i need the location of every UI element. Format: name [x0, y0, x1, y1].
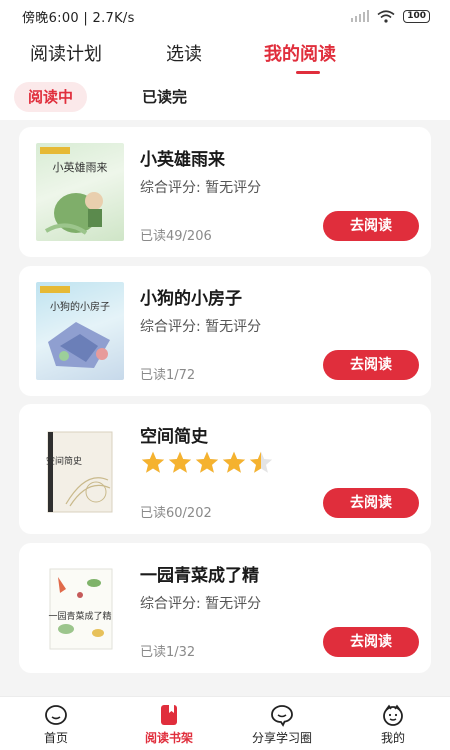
- status-icons: 100: [350, 9, 430, 23]
- reading-progress: 已读1/72: [140, 368, 196, 383]
- book-card[interactable]: 小狗的小房子 小狗的小房子 综合评分: 暂无评分 已读1/72 去阅读: [19, 266, 431, 396]
- star-icon: [249, 451, 273, 473]
- go-read-button[interactable]: 去阅读: [323, 488, 419, 518]
- cover-title: 一园青菜成了精: [48, 612, 112, 622]
- sub-tab-bar: 阅读中 已读完: [0, 76, 450, 120]
- star-icon: [195, 451, 219, 473]
- profile-face-icon: [383, 704, 403, 726]
- reading-progress: 已读1/32: [140, 645, 196, 660]
- book-cover: 小英雄雨来: [36, 143, 124, 241]
- reading-progress: 已读60/202: [140, 506, 212, 521]
- status-bar: 傍晚6:00 | 2.7K/s 100: [0, 0, 450, 32]
- wifi-icon: [377, 9, 395, 23]
- chat-bubble-icon: [271, 705, 293, 727]
- battery-icon: 100: [403, 9, 430, 23]
- nav-bookshelf[interactable]: 阅读书架: [124, 703, 214, 746]
- star-rating: [140, 450, 274, 476]
- subtab-reading[interactable]: 阅读中: [14, 82, 88, 112]
- bookshelf-icon: [161, 705, 177, 725]
- home-face-icon: [45, 705, 67, 725]
- book-title: 空间简史: [140, 427, 208, 447]
- nav-profile[interactable]: 我的: [348, 703, 438, 746]
- tab-my-reading[interactable]: 我的阅读: [264, 40, 336, 66]
- cover-title: 小狗的小房子: [50, 302, 110, 313]
- nav-share-circle[interactable]: 分享学习圈: [237, 703, 327, 746]
- star-icon: [141, 451, 165, 473]
- book-cover: 空间简史: [36, 420, 124, 518]
- book-cover: 一园青菜成了精: [36, 559, 124, 657]
- go-read-button[interactable]: 去阅读: [323, 211, 419, 241]
- book-title: 小英雄雨来: [140, 150, 225, 170]
- reading-progress: 已读49/206: [140, 229, 212, 244]
- nav-home[interactable]: 首页: [11, 703, 101, 746]
- tab-reading-plan[interactable]: 阅读计划: [30, 40, 102, 66]
- subtab-finished[interactable]: 已读完: [128, 82, 201, 112]
- go-read-button[interactable]: 去阅读: [323, 350, 419, 380]
- star-icon: [168, 451, 192, 473]
- cover-title: 小英雄雨来: [52, 161, 108, 174]
- book-title: 小狗的小房子: [140, 289, 242, 309]
- status-time: 傍晚6:00 | 2.7K/s: [22, 10, 135, 26]
- top-tab-bar: 阅读计划 选读 我的阅读: [0, 32, 450, 76]
- book-title: 一园青菜成了精: [140, 566, 259, 586]
- bottom-nav: 首页 阅读书架 分享学习圈 我的: [0, 696, 450, 750]
- rating-text: 综合评分: 暂无评分: [140, 180, 262, 196]
- book-card[interactable]: 空间简史 空间简史 已读60/202 去阅读: [19, 404, 431, 534]
- signal-icon: [350, 10, 370, 22]
- star-icon: [222, 451, 246, 473]
- rating-text: 综合评分: 暂无评分: [140, 596, 262, 612]
- book-cover: 小狗的小房子: [36, 282, 124, 380]
- active-tab-indicator: [296, 71, 320, 74]
- rating-text: 综合评分: 暂无评分: [140, 319, 262, 335]
- book-card[interactable]: 一园青菜成了精 一园青菜成了精 综合评分: 暂无评分 已读1/32 去阅读: [19, 543, 431, 673]
- cover-title: 空间简史: [45, 457, 82, 467]
- book-card[interactable]: 小英雄雨来 小英雄雨来 综合评分: 暂无评分 已读49/206 去阅读: [19, 127, 431, 257]
- tab-selected-reading[interactable]: 选读: [166, 40, 202, 66]
- go-read-button[interactable]: 去阅读: [323, 627, 419, 657]
